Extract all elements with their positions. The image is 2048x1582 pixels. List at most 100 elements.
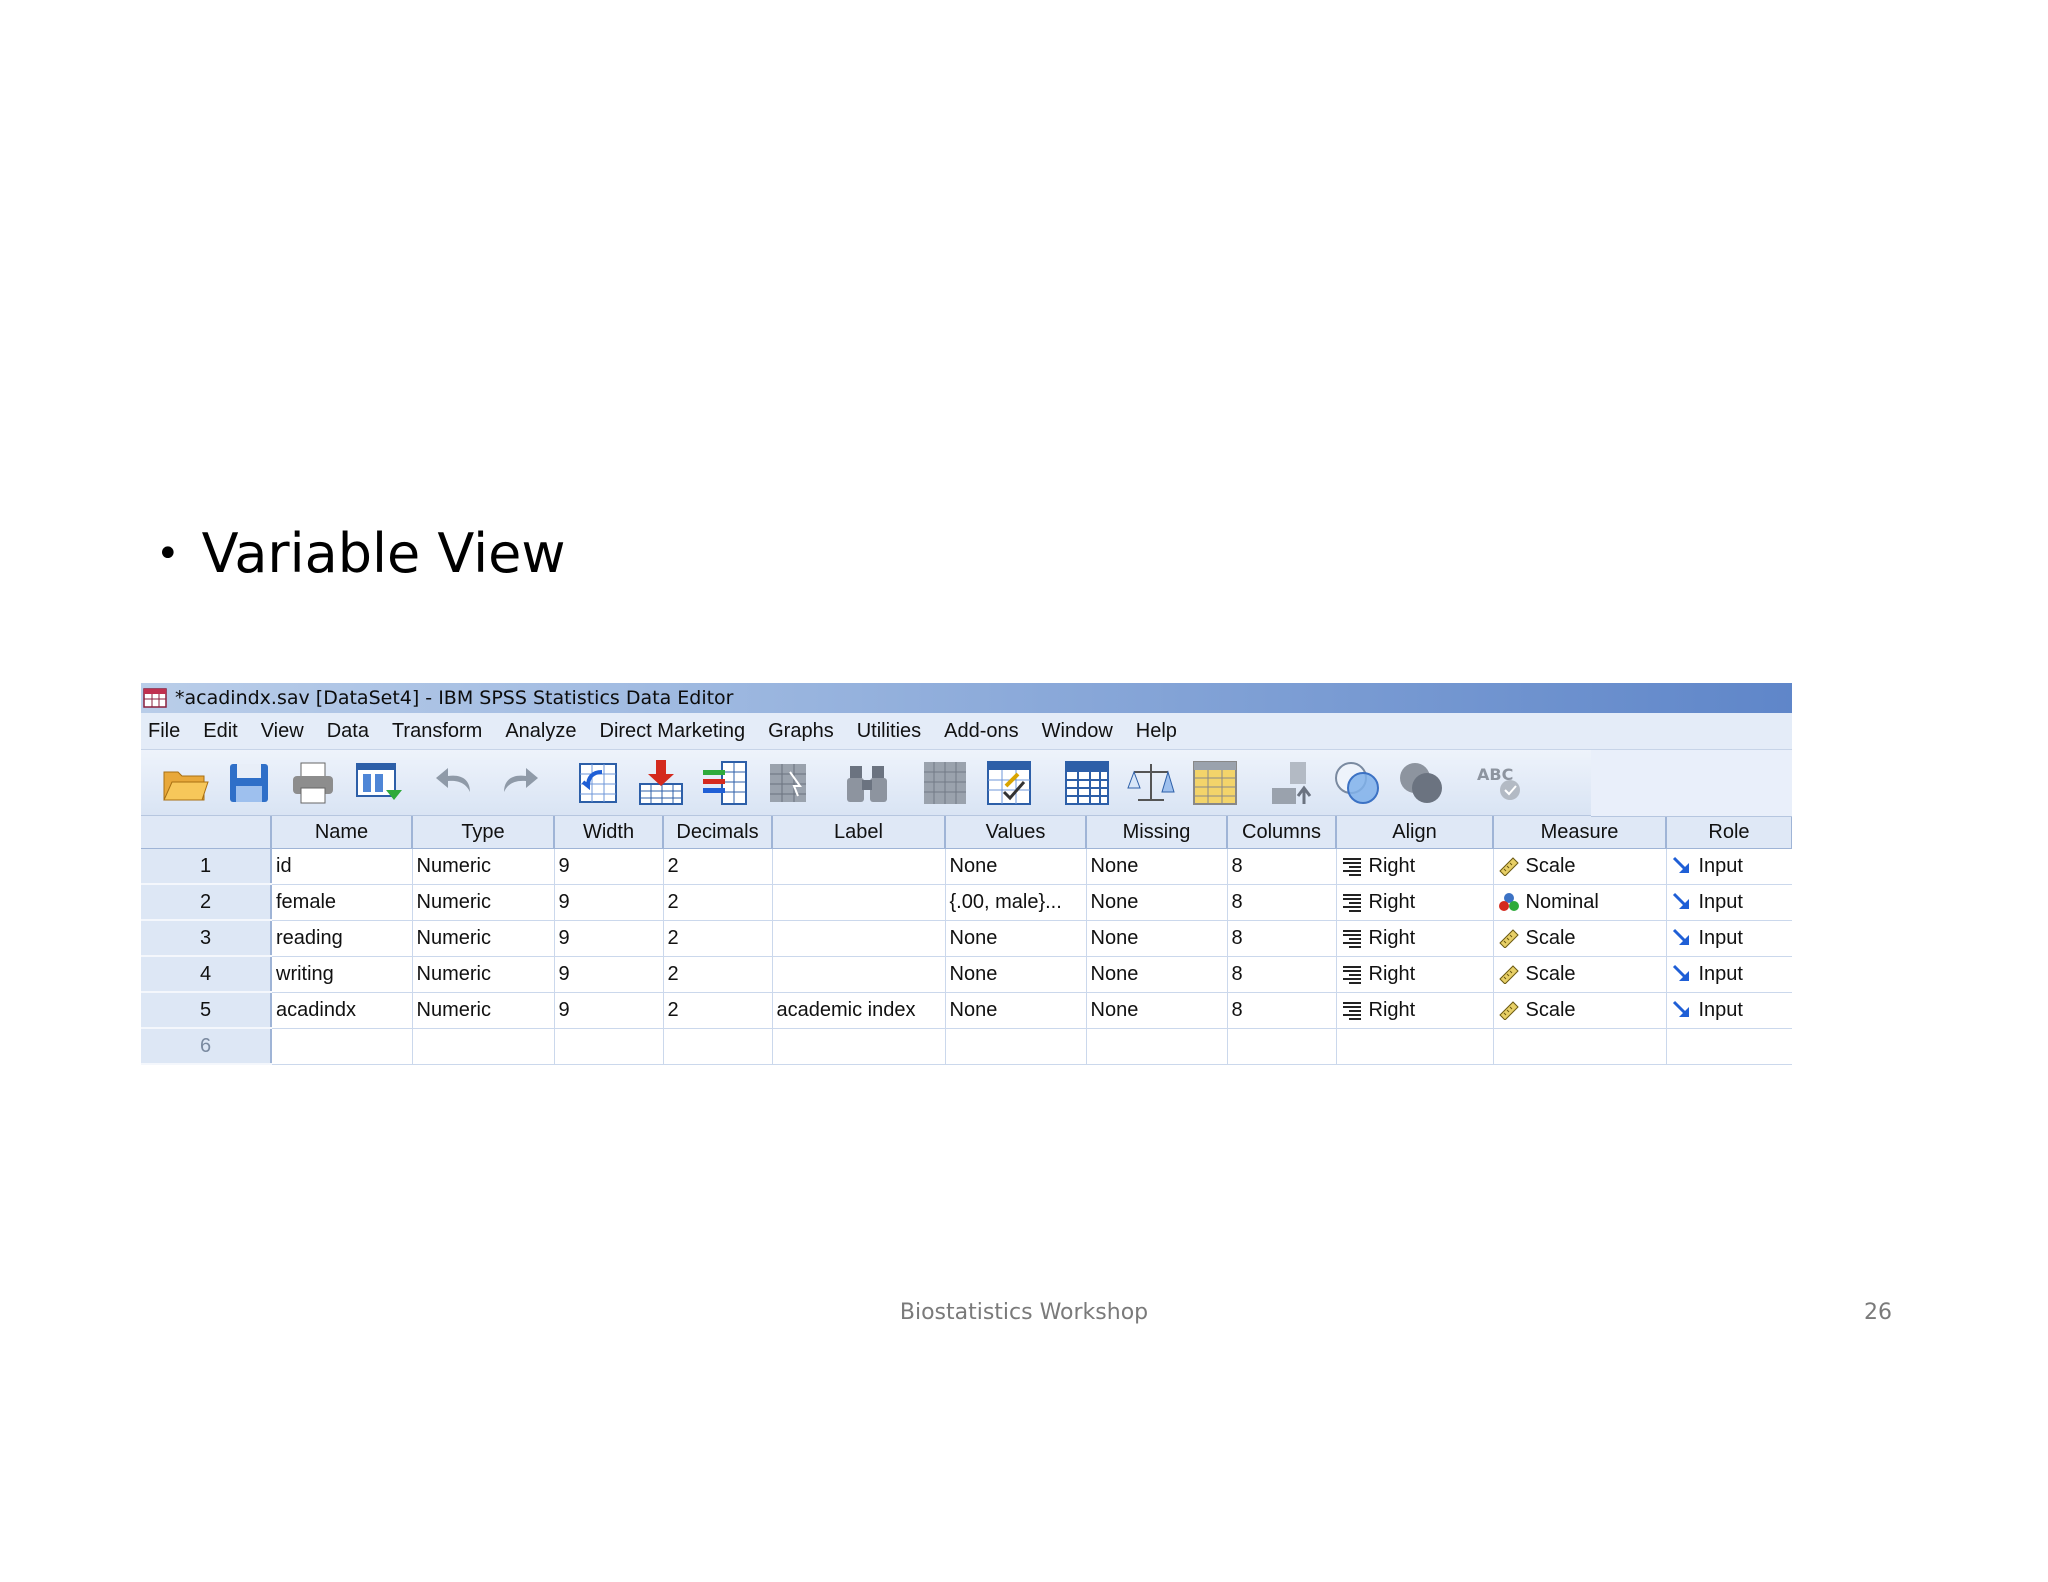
cell-missing[interactable]: None: [1086, 884, 1228, 921]
cell-align[interactable]: Right: [1336, 920, 1494, 957]
goto-variable-icon[interactable]: [635, 757, 687, 809]
table-row[interactable]: 3 reading Numeric 9 2 None None 8 Right Scale Inpu…: [141, 920, 1792, 957]
cell-values[interactable]: None: [945, 956, 1087, 993]
insert-variable-icon[interactable]: [983, 757, 1035, 809]
menu-add-ons[interactable]: Add-ons: [937, 720, 1035, 743]
cell-name[interactable]: id: [271, 848, 413, 885]
col-header-values[interactable]: Values: [945, 816, 1087, 849]
row-header[interactable]: 3: [141, 920, 272, 957]
cell-empty[interactable]: [1493, 1028, 1667, 1065]
cell-missing[interactable]: None: [1086, 920, 1228, 957]
cell-empty[interactable]: [1086, 1028, 1228, 1065]
goto-case-icon[interactable]: [571, 757, 623, 809]
cell-decimals[interactable]: 2: [663, 956, 773, 993]
cell-width[interactable]: 9: [554, 956, 664, 993]
menu-edit[interactable]: Edit: [196, 720, 253, 743]
select-cases-icon[interactable]: [1189, 757, 1241, 809]
cell-empty[interactable]: [663, 1028, 773, 1065]
weight-cases-icon[interactable]: [1125, 757, 1177, 809]
cell-empty[interactable]: [1227, 1028, 1337, 1065]
cell-name[interactable]: acadindx: [271, 992, 413, 1029]
cell-empty[interactable]: [271, 1028, 413, 1065]
value-labels-icon[interactable]: [1267, 757, 1319, 809]
col-header-measure[interactable]: Measure: [1493, 816, 1667, 849]
row-header[interactable]: 4: [141, 956, 272, 993]
split-file-icon[interactable]: [1061, 757, 1113, 809]
col-header-label[interactable]: Label: [772, 816, 946, 849]
row-header[interactable]: 2: [141, 884, 272, 921]
cell-columns[interactable]: 8: [1227, 920, 1337, 957]
col-header-role[interactable]: Role: [1666, 816, 1792, 849]
cell-values[interactable]: None: [945, 992, 1087, 1029]
menu-help[interactable]: Help: [1129, 720, 1193, 743]
menu-utilities[interactable]: Utilities: [850, 720, 937, 743]
show-all-variables-icon[interactable]: [1395, 757, 1447, 809]
col-header-columns[interactable]: Columns: [1227, 816, 1337, 849]
row-header[interactable]: 6: [141, 1028, 272, 1065]
cell-missing[interactable]: None: [1086, 992, 1228, 1029]
cell-columns[interactable]: 8: [1227, 848, 1337, 885]
insert-cases-icon[interactable]: [919, 757, 971, 809]
table-row[interactable]: 4 writing Numeric 9 2 None None 8 Right Scale Inpu…: [141, 956, 1792, 993]
undo-icon[interactable]: [429, 757, 481, 809]
cell-empty[interactable]: [1666, 1028, 1792, 1065]
col-header-name[interactable]: Name: [271, 816, 413, 849]
cell-label[interactable]: [772, 956, 946, 993]
cell-empty[interactable]: [772, 1028, 946, 1065]
cell-width[interactable]: 9: [554, 884, 664, 921]
cell-type[interactable]: Numeric: [412, 920, 555, 957]
menu-transform[interactable]: Transform: [385, 720, 498, 743]
cell-align[interactable]: Right: [1336, 848, 1494, 885]
cell-type[interactable]: Numeric: [412, 884, 555, 921]
cell-measure[interactable]: Scale: [1493, 956, 1667, 993]
cell-columns[interactable]: 8: [1227, 992, 1337, 1029]
window-titlebar[interactable]: *acadindx.sav [DataSet4] - IBM SPSS Stat…: [141, 683, 1792, 713]
cell-missing[interactable]: None: [1086, 848, 1228, 885]
cell-role[interactable]: Input: [1666, 884, 1792, 921]
table-row[interactable]: 1 id Numeric 9 2 None None 8 Right Scale Input: [141, 848, 1792, 885]
cell-decimals[interactable]: 2: [663, 992, 773, 1029]
cell-columns[interactable]: 8: [1227, 956, 1337, 993]
use-sets-icon[interactable]: [1331, 757, 1383, 809]
cell-name[interactable]: writing: [271, 956, 413, 993]
cell-columns[interactable]: 8: [1227, 884, 1337, 921]
cell-role[interactable]: Input: [1666, 920, 1792, 957]
cell-name[interactable]: female: [271, 884, 413, 921]
cell-label[interactable]: [772, 920, 946, 957]
cell-empty[interactable]: [554, 1028, 664, 1065]
menu-file[interactable]: File: [141, 720, 196, 743]
menu-data[interactable]: Data: [320, 720, 385, 743]
row-header[interactable]: 5: [141, 992, 272, 1029]
cell-label[interactable]: [772, 884, 946, 921]
cell-measure[interactable]: Scale: [1493, 920, 1667, 957]
table-row-empty[interactable]: 6: [141, 1028, 1792, 1065]
spell-check-icon[interactable]: ABC: [1473, 757, 1525, 809]
cell-type[interactable]: Numeric: [412, 992, 555, 1029]
cell-label[interactable]: [772, 848, 946, 885]
table-row[interactable]: 5 acadindx Numeric 9 2 academic index None None…: [141, 992, 1792, 1029]
cell-decimals[interactable]: 2: [663, 884, 773, 921]
cell-name[interactable]: reading: [271, 920, 413, 957]
cell-type[interactable]: Numeric: [412, 848, 555, 885]
cell-decimals[interactable]: 2: [663, 848, 773, 885]
cell-width[interactable]: 9: [554, 848, 664, 885]
cell-values[interactable]: None: [945, 920, 1087, 957]
run-descriptives-icon[interactable]: [763, 757, 815, 809]
redo-icon[interactable]: [493, 757, 545, 809]
cell-measure[interactable]: Scale: [1493, 848, 1667, 885]
cell-empty[interactable]: [412, 1028, 555, 1065]
cell-align[interactable]: Right: [1336, 884, 1494, 921]
cell-missing[interactable]: None: [1086, 956, 1228, 993]
cell-label[interactable]: academic index: [772, 992, 946, 1029]
cell-align[interactable]: Right: [1336, 992, 1494, 1029]
cell-type[interactable]: Numeric: [412, 956, 555, 993]
open-folder-icon[interactable]: [159, 757, 211, 809]
find-binoculars-icon[interactable]: [841, 757, 893, 809]
cell-values[interactable]: None: [945, 848, 1087, 885]
cell-empty[interactable]: [945, 1028, 1087, 1065]
cell-role[interactable]: Input: [1666, 992, 1792, 1029]
row-header[interactable]: 1: [141, 848, 272, 885]
cell-role[interactable]: Input: [1666, 848, 1792, 885]
cell-measure[interactable]: Nominal: [1493, 884, 1667, 921]
recall-dialog-icon[interactable]: [351, 757, 403, 809]
